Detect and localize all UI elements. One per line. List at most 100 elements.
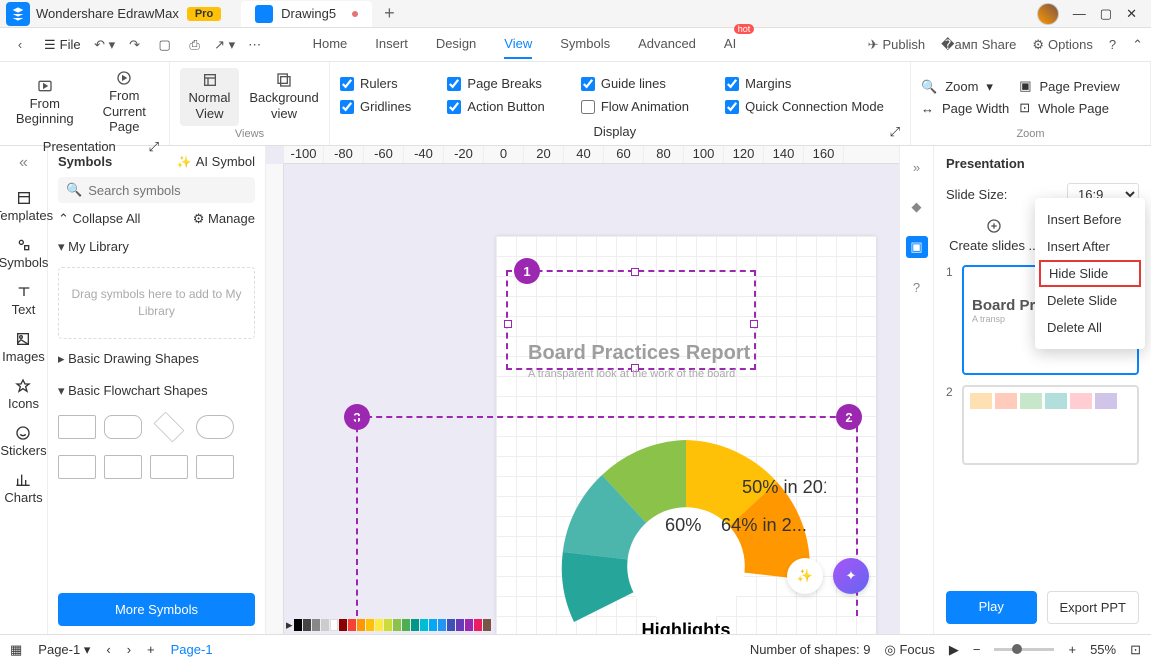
- presentation-icon[interactable]: ▣: [906, 236, 928, 258]
- prev-page[interactable]: ‹: [106, 642, 110, 657]
- quickconn-checkbox[interactable]: Quick Connection Mode: [725, 99, 900, 114]
- ctx-insert-before[interactable]: Insert Before: [1035, 206, 1145, 233]
- play-button[interactable]: Play: [946, 591, 1037, 624]
- ctx-delete-slide[interactable]: Delete Slide: [1035, 287, 1145, 314]
- manage-button[interactable]: ⚙ Manage: [193, 211, 255, 227]
- shape-roundrect[interactable]: [104, 415, 142, 439]
- rail-text[interactable]: Text: [12, 284, 36, 317]
- create-slides-1[interactable]: Create slides ...: [949, 218, 1039, 253]
- section-mylibrary[interactable]: ▾ My Library: [58, 235, 255, 259]
- minimize-button[interactable]: —: [1073, 6, 1086, 21]
- slide-thumb-2[interactable]: [962, 385, 1139, 465]
- collapse-all[interactable]: ⌃ Collapse All: [58, 211, 140, 227]
- margins-checkbox[interactable]: Margins: [725, 76, 900, 91]
- shape-diamond[interactable]: [154, 411, 185, 442]
- dropzone[interactable]: Drag symbols here to add to My Library: [58, 267, 255, 339]
- report-title[interactable]: Board Practices Report: [528, 342, 750, 365]
- color-palette[interactable]: ▸: [286, 618, 879, 632]
- tab-insert[interactable]: Insert: [375, 30, 408, 59]
- zoom-in[interactable]: +: [1068, 642, 1076, 657]
- tab-ai[interactable]: AI: [724, 30, 736, 59]
- rail-images[interactable]: Images: [2, 331, 45, 364]
- canvas[interactable]: -100-80-60-40-20020406080100120140160 1 …: [266, 146, 899, 634]
- more-symbols-button[interactable]: More Symbols: [58, 593, 255, 626]
- shape-process[interactable]: [58, 455, 96, 479]
- tab-home[interactable]: Home: [313, 30, 348, 59]
- flowanim-checkbox[interactable]: Flow Animation: [581, 99, 705, 114]
- normal-view-button[interactable]: Normal View: [180, 68, 239, 125]
- document-tab[interactable]: Drawing5: [241, 1, 372, 27]
- zoom-out[interactable]: −: [973, 642, 981, 657]
- from-beginning-button[interactable]: From Beginning: [10, 74, 80, 131]
- marker-1[interactable]: 1: [514, 258, 540, 284]
- add-page[interactable]: +: [147, 642, 155, 657]
- shape-terminator[interactable]: [196, 415, 234, 439]
- new-tab-button[interactable]: +: [384, 3, 395, 24]
- ai-symbol-button[interactable]: ✨ AI Symbol: [177, 154, 255, 169]
- help-button[interactable]: ?: [1109, 37, 1116, 52]
- shape-rect[interactable]: [58, 415, 96, 439]
- publish-button[interactable]: ✈ Publish: [868, 37, 926, 53]
- section-basic-shapes[interactable]: ▸ Basic Drawing Shapes: [58, 347, 255, 371]
- fab-ai[interactable]: ✦: [833, 558, 869, 594]
- zoom-button[interactable]: 🔍 Zoom▾: [921, 79, 1009, 95]
- background-view-button[interactable]: Background view: [249, 68, 319, 125]
- page-tab[interactable]: Page-1: [171, 642, 213, 657]
- back-button[interactable]: ‹: [8, 33, 32, 57]
- status-grid-icon[interactable]: ▦: [10, 642, 22, 658]
- rail-icons[interactable]: Icons: [8, 378, 39, 411]
- help-icon[interactable]: ?: [906, 276, 928, 298]
- wholepage-button[interactable]: ⊡ Whole Page: [1019, 100, 1120, 116]
- search-symbols[interactable]: 🔍: [58, 177, 255, 203]
- export-icon[interactable]: ↗ ▾: [213, 33, 237, 57]
- ctx-delete-all[interactable]: Delete All: [1035, 314, 1145, 341]
- present-mode[interactable]: ▶: [949, 642, 959, 658]
- maximize-button[interactable]: ▢: [1100, 6, 1112, 22]
- focus-button[interactable]: ◎ Focus: [885, 642, 935, 658]
- pagepreview-button[interactable]: ▣ Page Preview: [1019, 78, 1120, 94]
- export-ppt-button[interactable]: Export PPT: [1047, 591, 1140, 624]
- ctx-hide-slide[interactable]: Hide Slide: [1039, 260, 1141, 287]
- shape-data[interactable]: [104, 455, 142, 479]
- rail-stickers[interactable]: Stickers: [0, 425, 46, 458]
- user-avatar[interactable]: [1037, 3, 1059, 25]
- page-dropdown[interactable]: Page-1 ▾: [38, 642, 90, 658]
- file-menu[interactable]: ☰ File: [38, 35, 87, 55]
- guidelines-checkbox[interactable]: Guide lines: [581, 76, 705, 91]
- expand-right[interactable]: »: [906, 156, 928, 178]
- from-current-button[interactable]: From Current Page: [90, 66, 160, 139]
- rail-templates[interactable]: Templates: [0, 190, 53, 223]
- collapse-ribbon[interactable]: ⌃: [1132, 37, 1143, 53]
- search-input[interactable]: [88, 183, 264, 198]
- pagewidth-button[interactable]: ↔ Page Width: [921, 101, 1009, 116]
- zoom-value[interactable]: 55%: [1090, 642, 1116, 657]
- rulers-checkbox[interactable]: Rulers: [340, 76, 427, 91]
- rail-symbols[interactable]: Symbols: [0, 237, 48, 270]
- rail-charts[interactable]: Charts: [4, 472, 42, 505]
- close-button[interactable]: ✕: [1126, 6, 1137, 22]
- redo-button[interactable]: ↷: [123, 33, 147, 57]
- ctx-insert-after[interactable]: Insert After: [1035, 233, 1145, 260]
- tab-advanced[interactable]: Advanced: [638, 30, 696, 59]
- tab-symbols[interactable]: Symbols: [560, 30, 610, 59]
- actionbutton-checkbox[interactable]: Action Button: [447, 99, 560, 114]
- tab-design[interactable]: Design: [436, 30, 476, 59]
- share-button[interactable]: �амп Share: [941, 37, 1016, 53]
- gridlines-checkbox[interactable]: Gridlines: [340, 99, 427, 114]
- undo-button[interactable]: ↶ ▾: [93, 33, 117, 57]
- section-flowchart-shapes[interactable]: ▾ Basic Flowchart Shapes: [58, 379, 255, 403]
- shape-predefined[interactable]: [150, 455, 188, 479]
- more-icon[interactable]: ⋯: [243, 33, 267, 57]
- pie-chart[interactable]: Highlights 60% 64% in 2... 50% in 2014: [546, 426, 826, 634]
- save-icon[interactable]: ▢: [153, 33, 177, 57]
- pagebreaks-checkbox[interactable]: Page Breaks: [447, 76, 560, 91]
- fit-page[interactable]: ⊡: [1130, 642, 1141, 658]
- report-subtitle[interactable]: A transparent look at the work of the bo…: [528, 368, 735, 380]
- zoom-slider[interactable]: [994, 648, 1054, 651]
- options-button[interactable]: ⚙ Options: [1032, 37, 1092, 53]
- theme-icon[interactable]: ◆: [906, 196, 928, 218]
- next-page[interactable]: ›: [127, 642, 131, 657]
- print-icon[interactable]: ⎙: [183, 33, 207, 57]
- fab-sparkle[interactable]: ✨: [787, 558, 823, 594]
- shape-document[interactable]: [196, 455, 234, 479]
